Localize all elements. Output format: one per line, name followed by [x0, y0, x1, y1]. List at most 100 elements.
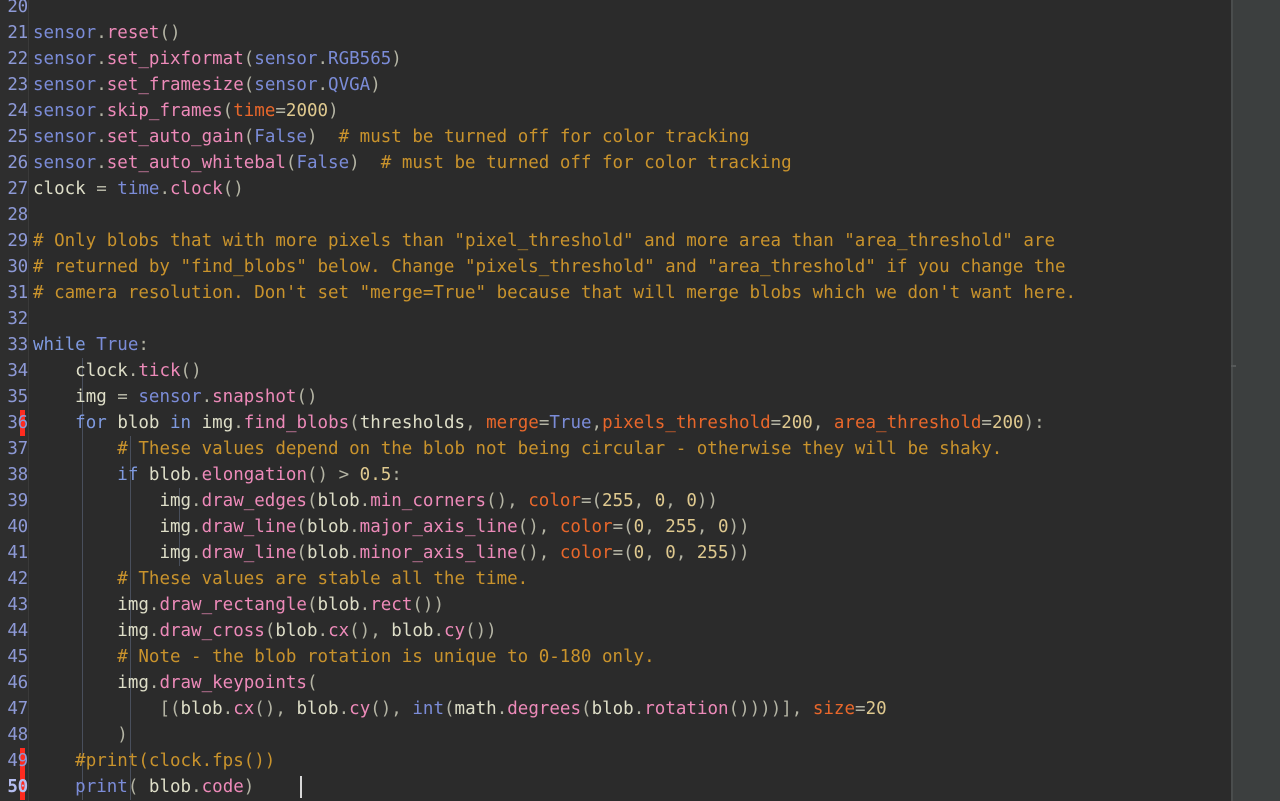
- code-token: 2000: [285, 101, 329, 121]
- code-line-text[interactable]: sensor.skip_frames(time=2000): [33, 98, 339, 124]
- code-line-text[interactable]: # Note - the blob rotation is unique to …: [33, 644, 654, 670]
- line-number: 27: [7, 179, 28, 199]
- code-line-text[interactable]: img.draw_rectangle(blob.rect()): [33, 592, 444, 618]
- code-token: draw_line: [201, 517, 297, 537]
- code-token: print: [75, 777, 128, 797]
- code-line-text[interactable]: img.draw_keypoints(: [33, 670, 317, 696]
- scrollbar-marker-tick: [1231, 365, 1236, 367]
- line-number: 26: [7, 153, 28, 173]
- code-token: .: [96, 23, 107, 43]
- code-token: cy: [349, 699, 371, 719]
- code-token: elongation: [201, 465, 307, 485]
- line-number: 33: [7, 335, 28, 355]
- code-token: draw_rectangle: [159, 595, 307, 615]
- code-line-text[interactable]: img.draw_line(blob.major_axis_line(), co…: [33, 514, 749, 540]
- code-token: ())))],: [728, 699, 813, 719]
- code-token: while: [33, 335, 86, 355]
- code-token: RGB565: [328, 49, 392, 69]
- code-line-text[interactable]: # These values are stable all the time.: [33, 566, 528, 592]
- line-number: 30: [7, 257, 28, 277]
- code-line-text[interactable]: clock = time.clock(): [33, 176, 244, 202]
- code-token: img: [75, 387, 107, 407]
- code-token: blob: [296, 699, 339, 719]
- code-token: ): [243, 777, 255, 797]
- code-token: cy: [444, 621, 466, 641]
- code-line-text[interactable]: # Only blobs that with more pixels than …: [33, 228, 1055, 254]
- code-line-text[interactable]: if blob.elongation() > 0.5:: [33, 462, 402, 488]
- code-token: ()): [465, 621, 497, 641]
- line-number: 31: [7, 283, 28, 303]
- code-token: .: [191, 517, 202, 537]
- code-token: (: [306, 491, 318, 511]
- code-token: blob: [391, 621, 434, 641]
- code-token: .: [159, 179, 170, 199]
- code-token: img: [117, 673, 149, 693]
- code-token: .: [359, 595, 371, 615]
- code-editor[interactable]: sensor.reset() sensor.set_pixformat(senso…: [0, 0, 1280, 801]
- code-line-text[interactable]: sensor.set_auto_whitebal(False) # must b…: [33, 150, 792, 176]
- code-token: .: [191, 465, 202, 485]
- code-token: )): [728, 543, 750, 563]
- code-token: =: [85, 179, 118, 199]
- code-token: QVGA: [328, 75, 371, 95]
- code-line-text[interactable]: # These values depend on the blob not be…: [33, 436, 1002, 462]
- code-token: (: [306, 595, 318, 615]
- code-token: (: [264, 621, 276, 641]
- code-token: =: [855, 699, 866, 719]
- code-token: size: [812, 699, 856, 719]
- code-line-text[interactable]: # camera resolution. Don't set "merge=Tr…: [33, 280, 1076, 306]
- code-line-text[interactable]: # returned by "find_blobs" below. Change…: [33, 254, 1066, 280]
- code-line-text[interactable]: [(blob.cx(), blob.cy(), int(math.degrees…: [33, 696, 886, 722]
- code-token: .: [338, 699, 350, 719]
- code-token: .: [191, 777, 202, 797]
- code-token: (: [222, 101, 234, 121]
- code-token: ,: [812, 413, 834, 433]
- code-line-text[interactable]: clock.tick(): [33, 358, 201, 384]
- code-line-text[interactable]: while True:: [33, 332, 149, 358]
- vertical-scrollbar-track[interactable]: [1233, 0, 1280, 801]
- code-token: # must be turned off for color tracking: [338, 127, 750, 147]
- code-token: thresholds: [359, 413, 466, 433]
- code-token: merge: [486, 413, 539, 433]
- code-token: blob: [117, 413, 160, 433]
- code-line-text[interactable]: sensor.set_framesize(sensor.QVGA): [33, 72, 381, 98]
- code-line-text[interactable]: #print(clock.fps()): [33, 748, 275, 774]
- code-token: reset: [106, 23, 160, 43]
- code-line-text[interactable]: sensor.reset(): [33, 20, 181, 46]
- code-line-text[interactable]: for blob in img.find_blobs(thresholds, m…: [33, 410, 1044, 436]
- line-number: 43: [7, 595, 28, 615]
- line-number: 25: [7, 127, 28, 147]
- code-token: .: [191, 491, 202, 511]
- code-line-text[interactable]: img.draw_edges(blob.min_corners(), color…: [33, 488, 718, 514]
- code-text-area[interactable]: sensor.reset() sensor.set_pixformat(senso…: [0, 0, 1233, 801]
- code-line-text[interactable]: ): [33, 722, 128, 748]
- code-line-text[interactable]: img.draw_line(blob.minor_axis_line(), co…: [33, 540, 750, 566]
- code-token: 255: [696, 543, 729, 563]
- code-token: .: [191, 543, 202, 563]
- code-token: .: [148, 595, 160, 615]
- code-line-text[interactable]: print( blob.code): [33, 774, 254, 800]
- code-token: blob: [180, 699, 223, 719]
- code-token: =(: [580, 491, 603, 511]
- code-token: # These values are stable all the time.: [117, 569, 529, 589]
- code-token: (),: [370, 699, 413, 719]
- line-number: 34: [7, 361, 28, 381]
- code-line-text[interactable]: img.draw_cross(blob.cx(), blob.cy()): [33, 618, 497, 644]
- code-token: 200: [781, 413, 813, 433]
- code-line-text[interactable]: img = sensor.snapshot(): [33, 384, 317, 410]
- code-token: =: [981, 413, 992, 433]
- code-token: =: [538, 413, 550, 433]
- code-line-text[interactable]: sensor.set_auto_gain(False) # must be tu…: [33, 124, 750, 150]
- code-token: [(: [159, 699, 181, 719]
- code-line-text[interactable]: sensor.set_pixformat(sensor.RGB565): [33, 46, 402, 72]
- code-token: () >: [306, 465, 360, 485]
- code-token: (: [243, 75, 255, 95]
- code-token: minor_axis_line: [359, 543, 518, 563]
- code-token: blob: [317, 595, 360, 615]
- code-token: (: [296, 543, 307, 563]
